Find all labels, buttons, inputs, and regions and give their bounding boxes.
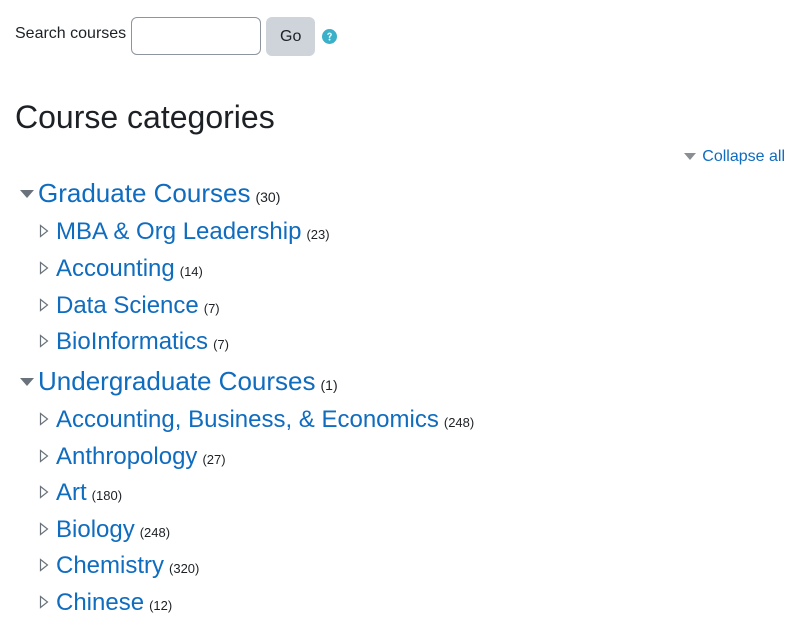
collapsed-toggle-icon[interactable] <box>39 449 49 463</box>
collapsed-toggle-icon[interactable] <box>39 522 49 536</box>
course-count: (27) <box>202 452 226 467</box>
subcategory-item: Accounting (14) <box>39 255 203 283</box>
category-link[interactable]: Accounting, Business, & Economics <box>56 406 439 434</box>
collapsed-toggle-icon[interactable] <box>39 595 49 609</box>
subcategory-item: Art (180) <box>39 479 123 507</box>
expanded-toggle-icon[interactable] <box>20 378 34 386</box>
category-link[interactable]: Art <box>56 479 87 507</box>
subcategory-item: Anthropology (27) <box>39 443 226 471</box>
course-count: (7) <box>203 301 220 316</box>
collapsed-toggle-icon[interactable] <box>39 412 49 426</box>
course-count: (23) <box>306 227 330 242</box>
category-link[interactable]: Chemistry <box>56 552 164 580</box>
course-count: (14) <box>179 264 203 279</box>
subcategory-item: Accounting, Business, & Economics (248) <box>39 406 475 434</box>
subcategory-item: Chinese (12) <box>39 589 172 617</box>
category-undergraduate-courses: Undergraduate Courses (1) <box>20 366 338 397</box>
course-count: (7) <box>213 337 229 352</box>
collapsed-toggle-icon[interactable] <box>39 298 49 312</box>
category-link[interactable]: Data Science <box>56 292 199 320</box>
course-count: (248) <box>139 525 171 540</box>
category-link[interactable]: Undergraduate Courses <box>38 366 316 397</box>
category-link[interactable]: BioInformatics <box>56 328 208 356</box>
category-link[interactable]: Accounting <box>56 255 175 283</box>
course-count: (320) <box>169 561 200 576</box>
expanded-toggle-icon[interactable] <box>20 190 34 198</box>
collapsed-toggle-icon[interactable] <box>39 261 49 275</box>
subcategory-item: MBA & Org Leadership (23) <box>39 218 330 246</box>
course-count: (248) <box>443 415 475 430</box>
category-link[interactable]: MBA & Org Leadership <box>56 218 301 246</box>
collapsed-toggle-icon[interactable] <box>39 485 49 499</box>
category-link[interactable]: Chinese <box>56 589 144 617</box>
course-count: (30) <box>255 189 281 205</box>
subcategory-item: Biology (248) <box>39 516 171 544</box>
collapsed-toggle-icon[interactable] <box>39 224 49 238</box>
category-link[interactable]: Graduate Courses <box>38 178 250 209</box>
collapsed-toggle-icon[interactable] <box>39 334 49 348</box>
category-link[interactable]: Biology <box>56 516 135 544</box>
category-graduate-courses: Graduate Courses (30) <box>20 178 281 209</box>
subcategory-item: Data Science (7) <box>39 292 220 320</box>
course-count: (1) <box>320 377 338 393</box>
subcategory-item: BioInformatics (7) <box>39 328 229 356</box>
category-tree: Graduate Courses (30) MBA & Org Leadersh… <box>0 0 802 616</box>
collapsed-toggle-icon[interactable] <box>39 558 49 572</box>
subcategory-item: Chemistry (320) <box>39 552 200 580</box>
course-count: (180) <box>91 488 123 503</box>
category-link[interactable]: Anthropology <box>56 443 197 471</box>
